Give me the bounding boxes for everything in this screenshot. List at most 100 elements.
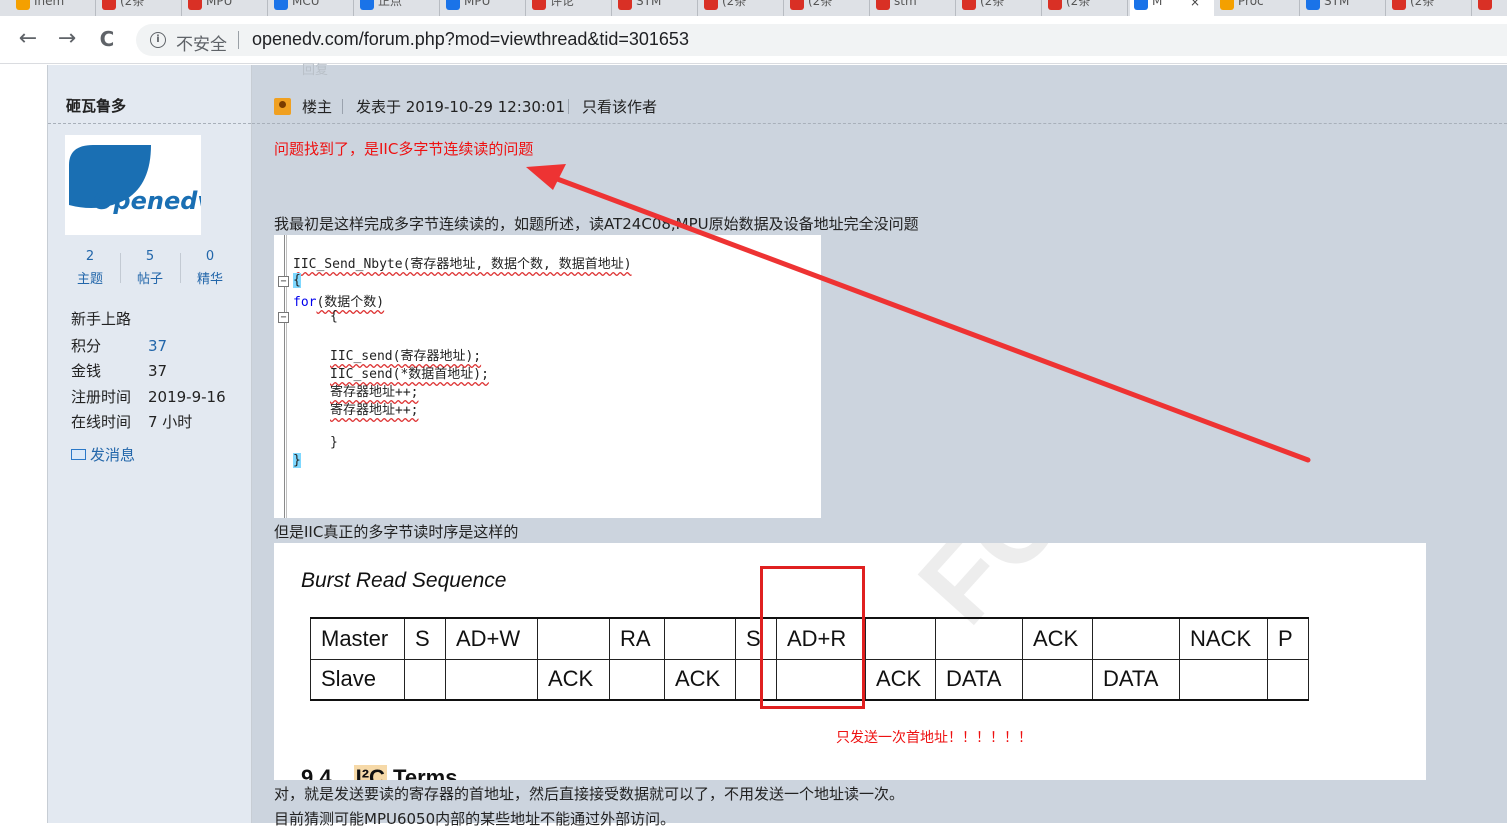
browser-tab[interactable]: (2条 — [1044, 0, 1128, 16]
burst-read-title: Burst Read Sequence — [301, 569, 507, 592]
fold-minus-icon[interactable]: − — [278, 276, 289, 287]
master-cell — [865, 617, 936, 660]
stat-topics[interactable]: 2 主题 — [60, 249, 120, 287]
info-row-money: 金钱 37 — [71, 360, 167, 381]
only-author-link[interactable]: 只看该作者 — [582, 96, 657, 117]
code-screenshot: └ IIC_Send_Nbyte(寄存器地址, 数据个数, 数据首地址) − {… — [274, 235, 821, 518]
send-message-link[interactable]: 发消息 — [71, 444, 135, 465]
code-line: } — [330, 435, 338, 450]
master-cell: RA — [609, 617, 665, 660]
master-cell: Master — [310, 617, 405, 660]
annotation-send-once: 只发送一次首地址！！！！！！ — [836, 730, 1032, 746]
red-highlight-box — [760, 566, 865, 709]
user-group[interactable]: 新手上路 — [71, 308, 131, 329]
tab-favicon-icon — [1392, 0, 1406, 10]
browser-tab[interactable]: Inem — [12, 0, 96, 16]
info-row-online-time: 在线时间 7 小时 — [71, 411, 192, 432]
code-corner-mark: └ — [277, 235, 285, 242]
master-cell — [664, 617, 736, 660]
master-cell — [1092, 617, 1180, 660]
browser-tab[interactable]: (2条 — [700, 0, 784, 16]
section-i2c: I²C — [353, 765, 387, 780]
tab-favicon-icon — [102, 0, 116, 10]
tab-label: MPU — [206, 0, 233, 8]
tab-label: M — [1152, 0, 1163, 8]
browser-tab[interactable]: stm — [872, 0, 956, 16]
stat-posts[interactable]: 5 帖子 — [120, 249, 180, 287]
address-bar[interactable]: i 不安全 openedv.com/forum.php?mod=viewthre… — [136, 24, 1507, 56]
back-button[interactable]: ← — [16, 28, 40, 52]
slave-cell: ACK — [664, 658, 736, 701]
browser-tab[interactable]: STM — [614, 0, 698, 16]
master-cell: P — [1267, 617, 1309, 660]
browser-toolbar: ← → C i 不安全 openedv.com/forum.php?mod=vi… — [0, 16, 1507, 64]
tab-label: 正点 — [378, 0, 403, 8]
envelope-icon — [71, 449, 86, 460]
fold-minus-icon[interactable]: − — [278, 312, 289, 323]
author-sidebar: 砸瓦鲁多 Openedv 2 主题 5 帖子 0 精华 新手上路 积分 37 — [47, 65, 252, 823]
info-value: 37 — [148, 362, 168, 380]
browser-tab[interactable]: 正点 — [356, 0, 440, 16]
avatar-logo-text: Openedv — [93, 187, 201, 215]
info-value-link[interactable]: 37 — [148, 337, 167, 355]
reply-link-ghost[interactable]: 回复 — [302, 59, 328, 78]
master-cell: S — [404, 617, 446, 660]
master-cell — [537, 617, 610, 660]
security-label[interactable]: 不安全 — [176, 30, 227, 55]
code-line: IIC_send(寄存器地址); — [330, 349, 482, 364]
header-divider — [342, 99, 343, 114]
tab-favicon-icon — [1220, 0, 1234, 10]
reload-button[interactable]: C — [95, 28, 119, 52]
section-title: Terms — [393, 765, 458, 780]
post-line-explanation: 对，就是发送要读的寄存器的首地址，然后直接接受数据就可以了，不用发送一个地址读一… — [274, 785, 905, 803]
browser-tab[interactable]: MPU — [442, 0, 526, 16]
browser-tab[interactable]: M × — [1130, 0, 1214, 16]
tab-label: (2条 — [1066, 0, 1091, 8]
browser-tab[interactable]: STM — [1302, 0, 1386, 16]
code-line: for(数据个数) — [293, 291, 384, 310]
avatar[interactable]: Openedv — [65, 135, 201, 235]
browser-tab[interactable]: (2条 — [958, 0, 1042, 16]
author-name[interactable]: 砸瓦鲁多 — [66, 95, 126, 116]
stat-digest[interactable]: 0 精华 — [180, 249, 240, 287]
browser-tab[interactable]: 评论 — [528, 0, 612, 16]
slave-cell: Slave — [310, 658, 405, 701]
info-key: 金钱 — [71, 362, 102, 380]
tab-favicon-icon — [360, 0, 374, 10]
stat-label: 帖子 — [136, 272, 163, 287]
forward-button[interactable]: → — [55, 28, 79, 52]
tab-label: stm — [894, 0, 917, 8]
browser-tab[interactable]: (2条 — [786, 0, 870, 16]
browser-tab[interactable]: MCU — [270, 0, 354, 16]
info-key: 注册时间 — [71, 388, 132, 406]
code-text: IIC_Send_Nbyte(寄存器地址, 数据个数, 数据首地址) — [293, 257, 632, 272]
code-line: 寄存器地址++; — [330, 385, 419, 400]
tab-close-icon[interactable]: × — [1190, 0, 1200, 8]
master-cell: NACK — [1179, 617, 1268, 660]
stat-label: 主题 — [76, 272, 103, 287]
tab-favicon-icon — [274, 0, 288, 10]
tab-favicon-icon — [618, 0, 632, 10]
slave-cell — [404, 658, 446, 701]
browser-tab[interactable]: Proc — [1216, 0, 1300, 16]
forum-page: 回复 砸瓦鲁多 Openedv 2 主题 5 帖子 0 精华 新手上路 积分 — [0, 63, 1507, 828]
code-text: (数据个数) — [316, 295, 385, 310]
browser-tab[interactable] — [1474, 0, 1507, 16]
info-icon[interactable]: i — [150, 32, 166, 48]
master-cell — [935, 617, 1023, 660]
browser-tab[interactable]: (2条 — [98, 0, 182, 16]
info-value: 2019-9-16 — [148, 388, 226, 406]
url-text[interactable]: openedv.com/forum.php?mod=viewthread&tid… — [252, 29, 689, 50]
timing-diagram-image: FORMAT Burst Read Sequence MasterSAD+WRA… — [274, 543, 1426, 780]
tab-label: (2条 — [808, 0, 833, 8]
browser-tab[interactable]: MPU — [184, 0, 268, 16]
slave-cell — [1179, 658, 1268, 701]
browser-tab[interactable]: (2条 — [1388, 0, 1472, 16]
post-line-problem-found: 问题找到了，是IIC多字节连续读的问题 — [274, 140, 534, 158]
info-key: 积分 — [71, 337, 102, 355]
stat-value: 0 — [205, 249, 215, 264]
tab-favicon-icon — [16, 0, 30, 10]
slave-cell — [1022, 658, 1093, 701]
tab-label: STM — [1324, 0, 1350, 8]
master-cell: AD+W — [445, 617, 538, 660]
